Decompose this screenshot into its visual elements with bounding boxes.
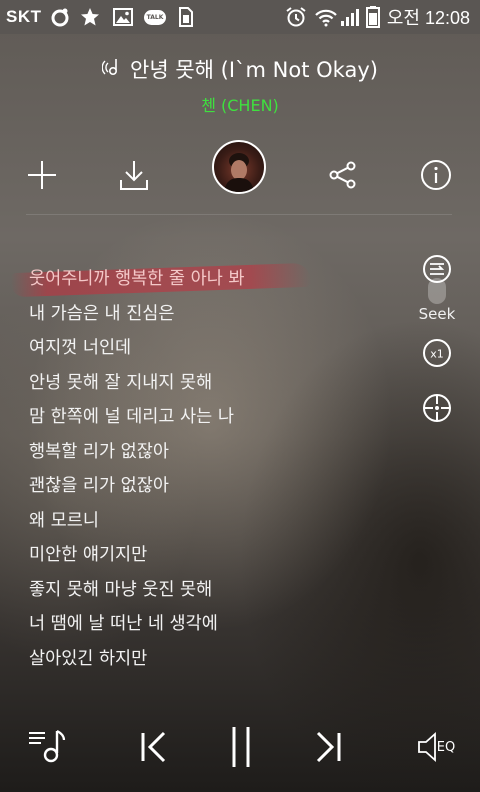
pause-icon[interactable] (222, 722, 260, 772)
alarm-icon (285, 0, 307, 34)
lyric-text: 너 땜에 날 떠난 네 생각에 (29, 614, 218, 634)
lyric-line[interactable]: 괜찮을 리가 없잖아 (29, 469, 409, 504)
music-player-screen: SKT TALK 오전 12:08 안녕 못해 (I`m Not Okay) 첸… (0, 0, 480, 792)
lyric-line-current[interactable]: 웃어주니까 행복한 줄 아나 봐 (29, 262, 409, 297)
gallery-icon (113, 0, 133, 34)
song-title-row: 안녕 못해 (I`m Not Okay) (0, 54, 480, 84)
crosshair-icon[interactable] (421, 392, 453, 424)
battery-icon (366, 0, 380, 34)
lyric-line[interactable]: 미안한 얘기지만 (29, 538, 409, 573)
divider (26, 214, 452, 215)
download-icon[interactable] (116, 157, 152, 193)
lyric-line[interactable]: 여지껏 너인데 (29, 331, 409, 366)
clock: 오전 12:08 (386, 8, 470, 28)
lyric-line[interactable]: 행복할 리가 없잖아 (29, 435, 409, 470)
album-art[interactable] (212, 140, 266, 194)
lyric-text: 괜찮을 리가 없잖아 (29, 476, 169, 496)
carrier-label: SKT (6, 7, 42, 26)
lyric-text: 좋지 못해 마냥 웃진 못해 (29, 579, 213, 600)
wifi-icon (314, 0, 338, 34)
speed-label: x1 (430, 348, 444, 361)
equalizer-icon[interactable]: EQ (412, 726, 460, 768)
playlist-icon[interactable] (26, 726, 68, 768)
lyric-line[interactable]: 살아있긴 하지만 (29, 642, 409, 677)
lyric-line[interactable]: 안녕 못해 잘 지내지 못해 (29, 366, 409, 401)
lyric-text: 미안한 얘기지만 (29, 545, 148, 565)
song-title: 안녕 못해 (I`m Not Okay) (130, 58, 378, 82)
eq-label: EQ (436, 739, 456, 755)
add-icon[interactable] (24, 157, 60, 193)
lyric-text: 행복할 리가 없잖아 (29, 441, 169, 462)
star-icon (80, 0, 100, 34)
status-bar: SKT TALK 오전 12:08 (0, 0, 480, 34)
lyrics-list[interactable]: 웃어주니까 행복한 줄 아나 봐 내 가슴은 내 진심은 여지껏 너인데 안녕 … (29, 262, 409, 676)
lyric-line[interactable]: 너 땜에 날 떠난 네 생각에 (29, 607, 409, 642)
seek-toggle[interactable] (428, 278, 446, 304)
lyric-text: 안녕 못해 잘 지내지 못해 (29, 372, 213, 393)
previous-icon[interactable] (134, 726, 172, 768)
lyric-text: 내 가슴은 내 진심은 (29, 303, 175, 324)
lyric-line[interactable]: 좋지 못해 마냥 웃진 못해 (29, 573, 409, 608)
speed-icon[interactable]: x1 (421, 337, 453, 369)
sim-icon (178, 0, 194, 34)
lyric-line[interactable]: 맘 한쪽에 널 데리고 사는 나 (29, 400, 409, 435)
talk-icon: TALK (144, 0, 166, 34)
artist-name[interactable]: 첸 (CHEN) (0, 92, 480, 116)
info-icon[interactable] (418, 157, 454, 193)
circle-notification-icon (50, 0, 70, 34)
lyric-text: 왜 모르니 (29, 510, 99, 531)
seek-label: Seek (418, 305, 456, 323)
lyric-line[interactable]: 내 가슴은 내 진심은 (29, 297, 409, 332)
talk-badge: TALK (144, 9, 166, 25)
lyrics-note-icon (101, 56, 124, 83)
signal-icon (340, 0, 360, 34)
lyric-line[interactable]: 왜 모르니 (29, 504, 409, 539)
lyric-text: 살아있긴 하지만 (29, 648, 148, 669)
lyric-text: 여지껏 너인데 (29, 338, 132, 358)
share-icon[interactable] (325, 157, 361, 193)
lyric-text: 웃어주니까 행복한 줄 아나 봐 (29, 269, 245, 289)
next-icon[interactable] (310, 726, 348, 768)
lyric-text: 맘 한쪽에 널 데리고 사는 나 (29, 407, 234, 427)
